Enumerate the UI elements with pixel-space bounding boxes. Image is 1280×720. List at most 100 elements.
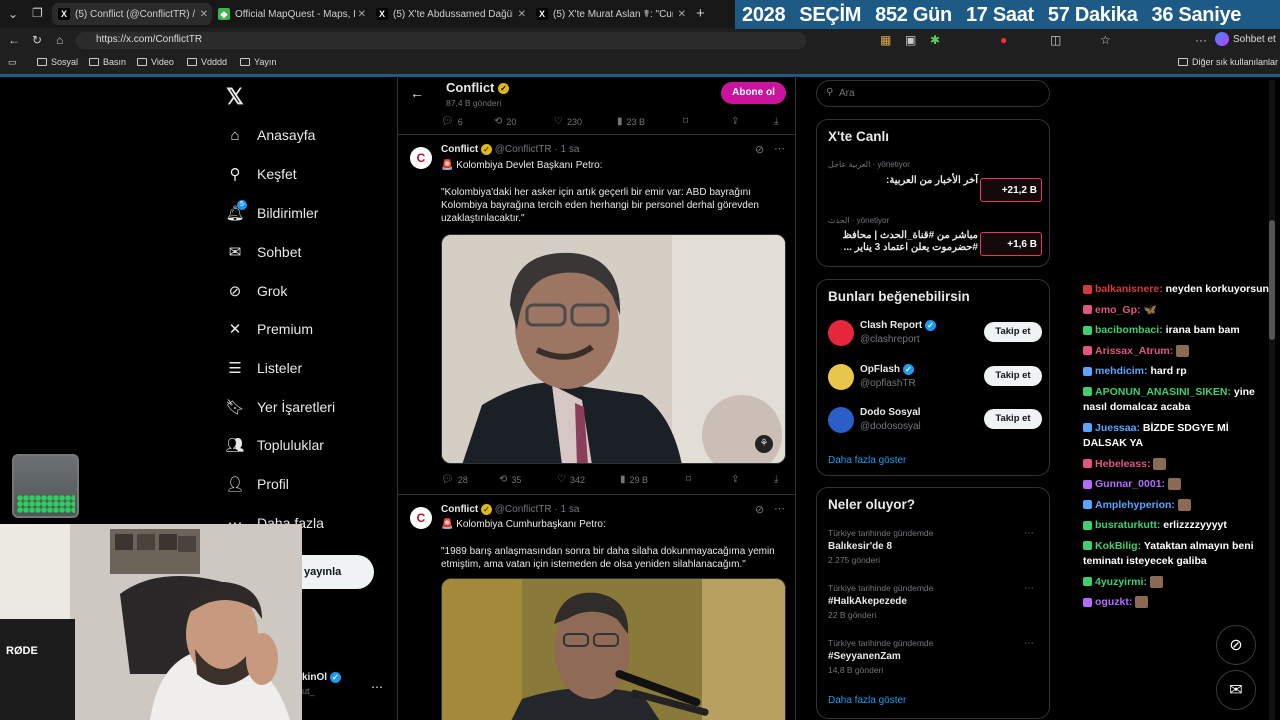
- tweet[interactable]: C Conflict ✓ @ConflictTR · 1 sa ⊘ ⋯ 🚨 Ko…: [398, 135, 795, 494]
- trend-item[interactable]: Türkiye tarihinde gündemde #HalkAkepezed…: [828, 583, 1042, 620]
- more-options-icon[interactable]: ⋯: [774, 502, 785, 515]
- reply-button[interactable]: 💬︎ 28: [441, 474, 468, 485]
- more-options-icon[interactable]: ⋯: [1024, 528, 1034, 539]
- nav-home[interactable]: ⌂ Anasayfa: [226, 126, 315, 144]
- more-options-icon[interactable]: ⋯: [1024, 638, 1034, 649]
- extension-icon[interactable]: ▦: [880, 33, 891, 47]
- tweet-photo[interactable]: ⚘: [441, 234, 786, 464]
- like-button[interactable]: ♡ 230: [554, 116, 582, 127]
- nav-profile[interactable]: 👤︎ Profil: [225, 475, 288, 493]
- bookmark-button[interactable]: ⌑: [683, 116, 692, 127]
- favorites-icon[interactable]: ☆: [1100, 33, 1111, 47]
- follow-button[interactable]: Takip et: [984, 409, 1042, 429]
- subscribe-button[interactable]: Abone ol: [721, 82, 786, 104]
- post-button[interactable]: yayınla: [302, 555, 374, 589]
- tab-abdussamed[interactable]: X (5) X'te Abdussamed Dağül: "SDG ✕: [370, 3, 530, 25]
- bookmark-folder-video[interactable]: Video: [137, 57, 174, 67]
- grok-icon[interactable]: ⊘: [755, 143, 764, 156]
- image-tools-icon[interactable]: ⚘: [755, 435, 773, 453]
- live-item[interactable]: العربية عاجل · yönetiyor آخر الأخبار من …: [828, 160, 1042, 204]
- share-button[interactable]: ⇪: [731, 116, 743, 127]
- back-icon[interactable]: ←: [8, 33, 20, 47]
- extension-icon[interactable]: ✱: [930, 33, 940, 47]
- close-icon[interactable]: ✕: [358, 9, 366, 20]
- nav-explore[interactable]: ⚲ Keşfet: [226, 165, 297, 183]
- bookmark-folder-yayin[interactable]: Yayın: [240, 57, 276, 67]
- tab-murat-aslan[interactable]: X (5) X'te Murat Aslan ☤: "Cumhurb ✕: [530, 3, 690, 25]
- sidebar-icon[interactable]: ◫: [1050, 33, 1061, 47]
- home-icon[interactable]: ⌂: [56, 33, 63, 47]
- nav-notifications[interactable]: 🔔︎ 5 Bildirimler: [225, 200, 318, 222]
- messages-fab[interactable]: ✉: [1216, 670, 1256, 710]
- nav-premium[interactable]: ✕ Premium: [226, 320, 313, 338]
- account-menu-icon[interactable]: ⋯: [371, 680, 383, 694]
- share-button[interactable]: ⇪: [731, 474, 743, 485]
- avatar[interactable]: C: [410, 147, 432, 169]
- show-more-link[interactable]: Daha fazla göster: [828, 695, 906, 706]
- reading-icon[interactable]: ▭: [8, 57, 17, 68]
- suggestion-dodo-sosyal[interactable]: Dodo Sosyal @dodososyal Takip et: [828, 405, 1042, 439]
- repost-button[interactable]: ⟲ 35: [499, 474, 521, 485]
- url-field[interactable]: https://x.com/ConflictTR: [76, 32, 806, 49]
- account-name[interactable]: kinOl ✓: [302, 672, 341, 683]
- follow-button[interactable]: Takip et: [984, 366, 1042, 386]
- reload-icon[interactable]: ↻: [32, 33, 42, 47]
- tweet[interactable]: C Conflict ✓ @ConflictTR · 1 sa ⊘ ⋯ 🚨 Ko…: [398, 495, 795, 720]
- repost-button[interactable]: ⟲ 20: [494, 116, 516, 127]
- copilot-icon: [1215, 32, 1229, 46]
- bookmark-button[interactable]: ⌑: [686, 474, 695, 485]
- workspaces-icon[interactable]: ❐: [32, 6, 43, 20]
- tweet-author: Conflict ✓ @ConflictTR · 1 sa: [441, 144, 580, 156]
- x-logo-icon: X: [536, 8, 548, 20]
- live-item[interactable]: الحدث · yönetiyor مباشر من #قناة_الحدث |…: [828, 216, 1042, 260]
- copilot-chat-button[interactable]: Sohbet et: [1215, 32, 1276, 46]
- download-button[interactable]: ⤓: [774, 116, 782, 127]
- bookmark-folder-vdddd[interactable]: Vdddd: [187, 57, 227, 67]
- scrollbar[interactable]: [1269, 80, 1275, 720]
- follow-button[interactable]: Takip et: [984, 322, 1042, 342]
- menu-dots-icon[interactable]: ···: [1195, 33, 1207, 47]
- nav-bookmarks[interactable]: 🔖︎ Yer İşaretleri: [225, 398, 335, 416]
- new-tab-icon[interactable]: +: [696, 5, 705, 22]
- tab-conflict[interactable]: X (5) Conflict (@ConflictTR) / X ✕: [52, 3, 212, 25]
- reply-button[interactable]: 💬︎ 6: [441, 116, 463, 127]
- nav-lists[interactable]: ☰ Listeler: [226, 359, 302, 377]
- bookmark-folder-basin[interactable]: Basın: [89, 57, 126, 67]
- more-options-icon[interactable]: ⋯: [1024, 583, 1034, 594]
- folder-icon: [137, 58, 147, 66]
- nav-messages[interactable]: ✉ Sohbet: [226, 243, 302, 261]
- search-input[interactable]: ⚲ Ara: [816, 80, 1050, 107]
- views-button[interactable]: ▮ 23 B: [617, 116, 645, 127]
- suggestion-opflash[interactable]: OpFlash ✓ @opflashTR Takip et: [828, 362, 1042, 396]
- extension-icon[interactable]: ▣: [905, 33, 916, 47]
- grok-fab[interactable]: ⊘: [1216, 625, 1256, 665]
- tweet-photo[interactable]: [441, 578, 786, 720]
- extension-icon[interactable]: ●: [1000, 33, 1007, 47]
- trend-item[interactable]: Türkiye tarihinde gündemde #SeyyanenZam …: [828, 638, 1042, 675]
- avatar[interactable]: C: [410, 507, 432, 529]
- more-options-icon[interactable]: ⋯: [774, 142, 785, 155]
- scrollbar-thumb[interactable]: [1269, 220, 1275, 340]
- download-button[interactable]: ⤓: [774, 474, 782, 485]
- x-logo-icon[interactable]: 𝕏: [226, 84, 244, 110]
- like-button[interactable]: ♡ 342: [557, 474, 585, 485]
- close-icon[interactable]: ✕: [518, 9, 526, 20]
- show-more-link[interactable]: Daha fazla göster: [828, 455, 906, 466]
- other-bookmarks[interactable]: Diğer sık kullanılanlar: [1178, 57, 1278, 67]
- grok-icon[interactable]: ⊘: [755, 503, 764, 516]
- suggestion-clash-report[interactable]: Clash Report ✓ @clashreport Takip et: [828, 318, 1042, 352]
- bookmark-folder-sosyal[interactable]: Sosyal: [37, 57, 78, 67]
- back-arrow-icon[interactable]: ←: [410, 85, 424, 101]
- tab-menu-icon[interactable]: ⌄: [8, 7, 18, 21]
- views-button[interactable]: ▮ 29 B: [620, 474, 648, 485]
- tweet-actions: 💬︎ 28 ⟲ 35 ♡ 342 ▮ 29 B ⌑ ⇪ ⤓: [441, 474, 786, 488]
- mapquest-icon: ◆: [218, 8, 230, 20]
- trend-item[interactable]: Türkiye tarihinde gündemde Balıkesir'de …: [828, 528, 1042, 565]
- close-icon[interactable]: ✕: [200, 9, 208, 20]
- tab-mapquest[interactable]: ◆ Official MapQuest - Maps, Driving ✕: [212, 3, 370, 25]
- nav-grok[interactable]: ⊘ Grok: [226, 282, 288, 300]
- heart-icon: ♡: [554, 116, 563, 127]
- share-icon: ⇪: [731, 474, 740, 485]
- nav-communities[interactable]: 👥︎ Topluluklar: [225, 436, 323, 454]
- close-icon[interactable]: ✕: [678, 9, 686, 20]
